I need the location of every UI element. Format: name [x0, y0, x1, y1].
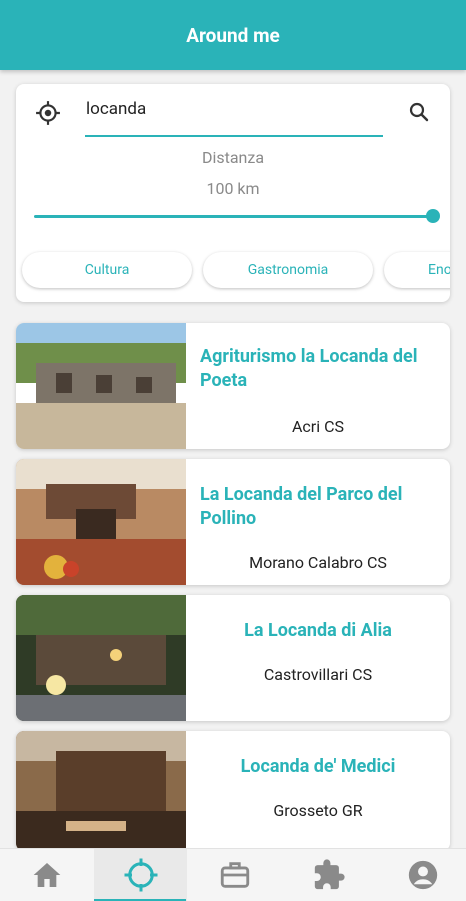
place-city: Castrovillari CS	[263, 665, 373, 684]
category-chip-label: Cultura	[84, 262, 130, 278]
bottom-navigation	[0, 848, 466, 901]
search-icon[interactable]	[407, 100, 431, 124]
category-chip-eno[interactable]: Eno	[384, 252, 450, 288]
place-card[interactable]: La Locanda del Parco del Pollino Morano …	[16, 459, 450, 585]
place-photo	[16, 323, 186, 449]
page-title: Around me	[186, 23, 280, 47]
distance-slider[interactable]	[34, 215, 433, 218]
place-city: Grosseto GR	[273, 801, 363, 820]
place-photo	[16, 595, 186, 721]
nav-around-me[interactable]	[94, 849, 187, 901]
nav-account[interactable]	[376, 849, 466, 901]
category-chip-label: Gastronomia	[247, 262, 329, 278]
home-icon	[33, 863, 60, 887]
category-chip-cultura[interactable]: Cultura	[22, 252, 192, 288]
crosshair-icon	[124, 858, 157, 892]
my-location-icon[interactable]	[35, 100, 61, 126]
place-photo	[16, 731, 186, 851]
category-chip-label: Eno	[428, 262, 450, 278]
place-name: La Locanda del Parco del Pollino	[200, 484, 403, 529]
place-name: Locanda de' Medici	[240, 756, 396, 777]
nav-home[interactable]	[0, 849, 93, 901]
place-city: Morano Calabro CS	[249, 553, 387, 572]
search-input[interactable]: locanda	[86, 99, 146, 119]
briefcase-icon	[220, 862, 249, 888]
nav-services[interactable]	[188, 849, 281, 901]
nav-experiences[interactable]	[282, 849, 375, 901]
search-input-underline	[85, 135, 383, 137]
place-card[interactable]: Agriturismo la Locanda del Poeta Acri CS	[16, 323, 450, 449]
category-chip-gastronomia[interactable]: Gastronomia	[203, 252, 373, 288]
place-city: Acri CS	[291, 417, 344, 436]
place-photo	[16, 459, 186, 585]
search-card: locanda Distanza 100 km Cultura Gastrono…	[16, 84, 450, 302]
place-card[interactable]: La Locanda di Alia Castrovillari CS	[16, 595, 450, 721]
place-card[interactable]: Locanda de' Medici Grosseto GR	[16, 731, 450, 851]
place-name: Agriturismo la Locanda del Poeta	[200, 346, 418, 391]
account-icon	[408, 860, 437, 890]
distance-slider-thumb[interactable]	[426, 209, 440, 223]
place-name: La Locanda di Alia	[244, 620, 392, 641]
distance-label: Distanza	[201, 148, 265, 167]
puzzle-icon	[314, 859, 345, 890]
app-bar: Around me	[0, 0, 466, 70]
distance-value: 100 km	[206, 179, 260, 198]
